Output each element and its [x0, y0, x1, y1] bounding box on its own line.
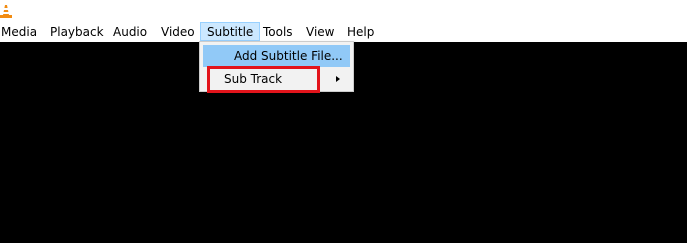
- menu-audio[interactable]: Audio: [113, 23, 147, 42]
- add-subtitle-file-label: Add Subtitle File...: [234, 49, 343, 63]
- vlc-cone-icon: [0, 0, 12, 18]
- menu-tools[interactable]: Tools: [263, 23, 293, 42]
- menu-bar: Media Playback Audio Video Subtitle Tool…: [0, 0, 687, 42]
- menu-view[interactable]: View: [306, 23, 334, 42]
- chevron-right-icon: [336, 76, 340, 82]
- annotation-highlight-box: [207, 66, 320, 93]
- menu-media[interactable]: Media: [1, 23, 37, 42]
- menu-help[interactable]: Help: [347, 23, 374, 42]
- menu-subtitle[interactable]: Subtitle: [200, 22, 261, 41]
- menu-playback[interactable]: Playback: [50, 23, 104, 42]
- vlc-window: Media Playback Audio Video Subtitle Tool…: [0, 0, 687, 243]
- menu-video[interactable]: Video: [161, 23, 195, 42]
- add-subtitle-file-item[interactable]: Add Subtitle File...: [203, 45, 350, 67]
